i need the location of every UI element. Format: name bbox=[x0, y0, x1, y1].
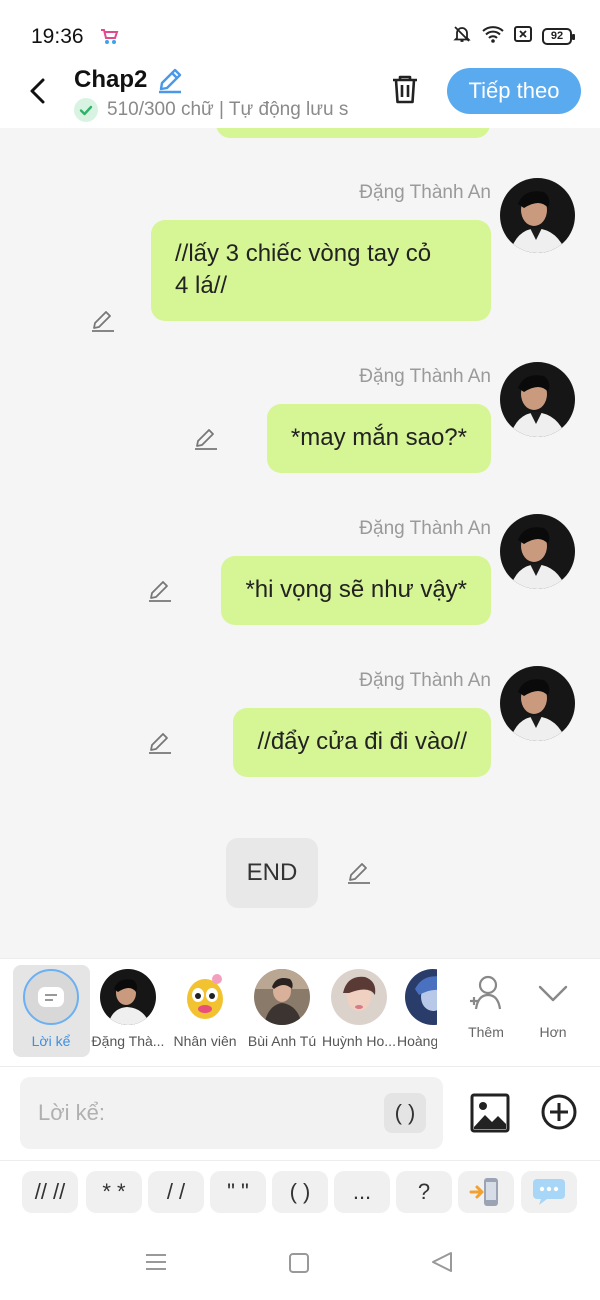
message-bubble[interactable]: //lấy 3 chiếc vòng tay cỏ 4 lá// bbox=[151, 220, 491, 321]
character-label: Huỳnh Ho... bbox=[322, 1033, 396, 1049]
battery-icon: 92 bbox=[542, 28, 575, 45]
add-circle-icon[interactable] bbox=[540, 1093, 578, 1136]
character-avatar bbox=[177, 969, 233, 1025]
character-label: Nhân viên bbox=[173, 1033, 237, 1049]
message-text-line: *hi vọng sẽ như vậy* bbox=[245, 576, 467, 603]
add-character-button[interactable]: Thêm bbox=[456, 973, 516, 1040]
avatar[interactable] bbox=[500, 362, 575, 437]
message-text-line: //lấy 3 chiếc vòng tay cỏ bbox=[175, 240, 432, 267]
message-bubble[interactable]: //đẩy cửa đi đi vào// bbox=[233, 708, 491, 777]
edit-message-icon[interactable] bbox=[193, 426, 219, 457]
chat-area[interactable]: Đặng Thành An //lấy 3 chiếc vòng tay cỏ … bbox=[0, 128, 600, 958]
character-label: Hoàng bbox=[397, 1033, 437, 1049]
back-triangle-icon[interactable] bbox=[430, 1250, 454, 1279]
status-time: 19:36 bbox=[31, 25, 84, 48]
chapter-title: Chap2 bbox=[74, 66, 148, 93]
sender-name: Đặng Thành An bbox=[359, 366, 491, 387]
parentheses-button[interactable]: ( ) bbox=[384, 1093, 426, 1133]
message-bubble[interactable]: *hi vọng sẽ như vậy* bbox=[221, 556, 491, 625]
edit-message-icon[interactable] bbox=[90, 308, 116, 339]
expand-more-label: Hơn bbox=[539, 1024, 567, 1040]
bell-off-icon bbox=[452, 24, 472, 49]
avatar[interactable] bbox=[500, 666, 575, 741]
symbol-ellipsis-button[interactable]: ... bbox=[334, 1171, 390, 1213]
previous-message-bubble[interactable] bbox=[216, 128, 490, 138]
character-label: Lời kể bbox=[31, 1033, 71, 1049]
editor-header: Chap2 510/300 chữ | Tự động lưu s Tiếp t… bbox=[0, 62, 600, 128]
next-button[interactable]: Tiếp theo bbox=[447, 68, 581, 114]
symbol-slash-button[interactable]: / / bbox=[148, 1171, 204, 1213]
edit-end-icon[interactable] bbox=[346, 860, 372, 891]
character-narrator[interactable]: Lời kể bbox=[12, 969, 90, 1049]
system-navigation-bar bbox=[0, 1226, 600, 1300]
character-item[interactable]: Hoàng bbox=[397, 969, 437, 1049]
edit-message-icon[interactable] bbox=[147, 730, 173, 761]
character-avatar bbox=[254, 969, 310, 1025]
symbol-parentheses-button[interactable]: ( ) bbox=[272, 1171, 328, 1213]
wifi-icon bbox=[482, 25, 504, 48]
sender-name: Đặng Thành An bbox=[359, 182, 491, 203]
sender-name: Đặng Thành An bbox=[359, 518, 491, 539]
avatar[interactable] bbox=[500, 514, 575, 589]
message-text-line: //đẩy cửa đi đi vào// bbox=[257, 728, 467, 755]
sender-name: Đặng Thành An bbox=[359, 670, 491, 691]
character-item[interactable]: Bùi Anh Tú bbox=[243, 969, 321, 1049]
notification-icon bbox=[514, 26, 532, 47]
end-marker[interactable]: END bbox=[226, 838, 318, 908]
character-label: Bùi Anh Tú bbox=[247, 1033, 317, 1049]
phone-transfer-button[interactable] bbox=[458, 1171, 514, 1213]
symbol-quote-button[interactable]: " " bbox=[210, 1171, 266, 1213]
chat-bubble-button[interactable] bbox=[521, 1171, 577, 1213]
status-bar: 19:36 92 bbox=[0, 0, 600, 62]
recent-apps-icon[interactable] bbox=[144, 1250, 168, 1279]
back-arrow-icon[interactable] bbox=[22, 74, 56, 108]
composer-bar: ( ) bbox=[0, 1066, 600, 1160]
message-text-line: 4 lá// bbox=[175, 272, 228, 299]
character-avatar bbox=[100, 969, 156, 1025]
image-icon[interactable] bbox=[470, 1093, 510, 1138]
edit-message-icon[interactable] bbox=[147, 578, 173, 609]
add-person-icon bbox=[466, 975, 506, 1017]
narration-input[interactable] bbox=[20, 1077, 443, 1149]
character-avatar bbox=[405, 969, 437, 1025]
expand-more-button[interactable]: Hơn bbox=[523, 973, 583, 1040]
chevron-down-icon bbox=[533, 985, 573, 1017]
symbol-question-button[interactable]: ? bbox=[396, 1171, 452, 1213]
symbol-double-slash-button[interactable]: // // bbox=[22, 1171, 78, 1213]
narrator-icon bbox=[23, 969, 79, 1025]
symbol-shortcut-bar: // // * * / / " " ( ) ... ? bbox=[0, 1160, 600, 1226]
edit-title-icon[interactable] bbox=[155, 65, 185, 100]
symbol-asterisk-button[interactable]: * * bbox=[86, 1171, 142, 1213]
message-bubble[interactable]: *may mắn sao?* bbox=[266, 404, 491, 473]
character-item[interactable]: Nhân viên bbox=[166, 969, 244, 1049]
home-icon[interactable] bbox=[288, 1252, 310, 1279]
shop-app-icon bbox=[99, 26, 119, 51]
saved-check-icon bbox=[74, 98, 98, 122]
trash-icon[interactable] bbox=[388, 72, 422, 111]
message-text-line: *may mắn sao?* bbox=[290, 424, 467, 451]
character-label: Đặng Thà... bbox=[91, 1033, 165, 1049]
word-count-status: 510/300 chữ | Tự động lưu s bbox=[107, 99, 349, 120]
avatar[interactable] bbox=[500, 178, 575, 253]
character-selector: Lời kể Đặng Thà... Nhân viên Bùi Anh Tú … bbox=[0, 958, 600, 1066]
character-item[interactable]: Đặng Thà... bbox=[89, 969, 167, 1049]
character-item[interactable]: Huỳnh Ho... bbox=[320, 969, 398, 1049]
add-character-label: Thêm bbox=[468, 1024, 504, 1040]
character-avatar bbox=[331, 969, 387, 1025]
